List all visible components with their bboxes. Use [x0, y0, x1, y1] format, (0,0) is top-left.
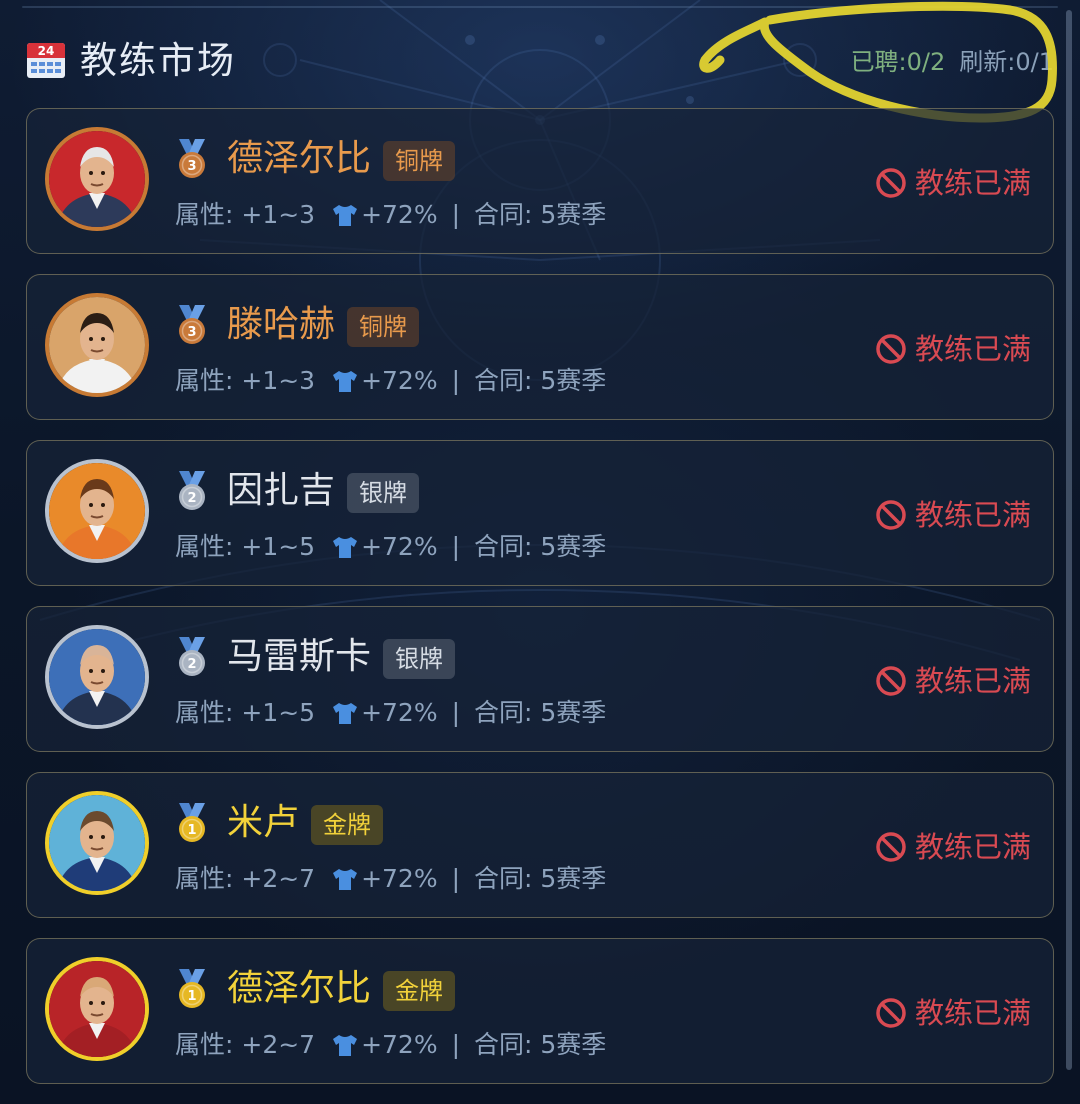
medal-rank: 1	[187, 989, 196, 1004]
prohibited-icon	[876, 998, 906, 1028]
tier-badge: 铜牌	[383, 141, 456, 181]
coach-name: 德泽尔比	[227, 968, 372, 1009]
coach-card[interactable]: 2 马雷斯卡 银牌 属性: +1~5 +72% | 合同: 5赛季 教练已满	[26, 606, 1054, 752]
separator: |	[451, 366, 461, 395]
coach-avatar-red-jacket	[45, 957, 149, 1061]
bonus-percent: +72%	[361, 200, 438, 229]
medal-icon: 2	[179, 637, 205, 676]
status-label: 教练已满	[914, 664, 1031, 698]
scrollbar[interactable]	[1066, 10, 1072, 1070]
medal-icon: 3	[179, 305, 205, 344]
contract-length: 合同: 5赛季	[474, 698, 607, 727]
jersey-icon	[333, 1035, 358, 1056]
prohibited-icon	[876, 666, 906, 696]
calendar-day: 24	[38, 44, 55, 58]
bonus-percent: +72%	[361, 698, 438, 727]
coach-stats: 属性: +2~7 +72% | 合同: 5赛季	[175, 859, 606, 899]
coach-full-status[interactable]: 教练已满	[875, 329, 1031, 369]
coach-card[interactable]: 2 因扎吉 银牌 属性: +1~5 +72% | 合同: 5赛季 教练已满	[26, 440, 1054, 586]
coach-avatar-grey-hair	[45, 127, 149, 231]
separator: |	[451, 200, 461, 229]
medal-rank: 3	[187, 325, 196, 340]
coach-avatar-brown-hair	[45, 791, 149, 895]
prohibited-icon	[876, 334, 906, 364]
medal-icon: 1	[179, 803, 205, 842]
coach-full-status[interactable]: 教练已满	[875, 993, 1031, 1033]
coach-stats: 属性: +1~5 +72% | 合同: 5赛季	[175, 527, 606, 567]
attribute-range: 属性: +1~5	[175, 698, 316, 727]
contract-length: 合同: 5赛季	[474, 864, 607, 893]
coach-stats: 属性: +1~5 +72% | 合同: 5赛季	[175, 693, 606, 733]
status-label: 教练已满	[914, 498, 1031, 532]
separator: |	[451, 698, 461, 727]
contract-length: 合同: 5赛季	[474, 532, 607, 561]
bonus-percent: +72%	[361, 864, 438, 893]
medal-rank: 2	[187, 491, 196, 506]
coach-full-status[interactable]: 教练已满	[875, 661, 1031, 701]
coach-stats: 属性: +2~7 +72% | 合同: 5赛季	[175, 1025, 606, 1065]
contract-length: 合同: 5赛季	[474, 1030, 607, 1059]
page-title: 教练市场	[80, 39, 236, 82]
attribute-range: 属性: +1~3	[175, 366, 316, 395]
status-label: 教练已满	[914, 996, 1031, 1030]
tier-badge: 铜牌	[347, 307, 420, 347]
coach-full-status[interactable]: 教练已满	[875, 163, 1031, 203]
jersey-icon	[333, 371, 358, 392]
contract-length: 合同: 5赛季	[474, 366, 607, 395]
tier-badge: 银牌	[383, 639, 456, 679]
prohibited-icon	[876, 832, 906, 862]
status-label: 教练已满	[914, 332, 1031, 366]
status-label: 教练已满	[914, 166, 1031, 200]
medal-rank: 1	[187, 823, 196, 838]
coach-card[interactable]: 3 德泽尔比 铜牌 属性: +1~3 +72% | 合同: 5赛季 教练已满	[26, 108, 1054, 254]
coach-avatar-cap	[45, 459, 149, 563]
coach-card[interactable]: 1 米卢 金牌 属性: +2~7 +72% | 合同: 5赛季 教练已满	[26, 772, 1054, 918]
jersey-icon	[333, 703, 358, 724]
coach-full-status[interactable]: 教练已满	[875, 495, 1031, 535]
jersey-icon	[333, 205, 358, 226]
status-label: 教练已满	[914, 830, 1031, 864]
bonus-percent: +72%	[361, 1030, 438, 1059]
coach-stats: 属性: +1~3 +72% | 合同: 5赛季	[175, 361, 606, 401]
jersey-icon	[333, 869, 358, 890]
coach-full-status[interactable]: 教练已满	[875, 827, 1031, 867]
coach-avatar-bald-suit	[45, 625, 149, 729]
medal-icon: 2	[179, 471, 205, 510]
coach-stats: 属性: +1~3 +72% | 合同: 5赛季	[175, 195, 606, 235]
separator: |	[451, 532, 461, 561]
attribute-range: 属性: +2~7	[175, 1030, 316, 1059]
coach-market-screen: 24 教练市场 已聘:0/2 刷新:0/1 3 德泽尔比 铜牌 属性: +1~3…	[0, 0, 1080, 1104]
calendar-icon: 24	[27, 43, 65, 78]
attribute-range: 属性: +2~7	[175, 864, 316, 893]
coach-name: 米卢	[227, 802, 300, 843]
medal-rank: 2	[187, 657, 196, 672]
prohibited-icon	[876, 500, 906, 530]
coach-card[interactable]: 1 德泽尔比 金牌 属性: +2~7 +72% | 合同: 5赛季 教练已满	[26, 938, 1054, 1084]
medal-icon: 1	[179, 969, 205, 1008]
attribute-range: 属性: +1~5	[175, 532, 316, 561]
coach-name: 滕哈赫	[227, 304, 336, 345]
contract-length: 合同: 5赛季	[474, 200, 607, 229]
bonus-percent: +72%	[361, 532, 438, 561]
bonus-percent: +72%	[361, 366, 438, 395]
prohibited-icon	[876, 168, 906, 198]
coach-card[interactable]: 3 滕哈赫 铜牌 属性: +1~3 +72% | 合同: 5赛季 教练已满	[26, 274, 1054, 420]
tier-badge: 金牌	[311, 805, 384, 845]
jersey-icon	[333, 537, 358, 558]
coach-avatar-beard	[45, 293, 149, 397]
coach-name: 德泽尔比	[227, 138, 372, 179]
tier-badge: 银牌	[347, 473, 420, 513]
separator: |	[451, 864, 461, 893]
medal-rank: 3	[187, 159, 196, 174]
medal-icon: 3	[179, 139, 205, 178]
tier-badge: 金牌	[383, 971, 456, 1011]
attribute-range: 属性: +1~3	[175, 200, 316, 229]
separator: |	[451, 1030, 461, 1059]
coach-name: 因扎吉	[227, 470, 336, 511]
coach-name: 马雷斯卡	[227, 636, 372, 677]
